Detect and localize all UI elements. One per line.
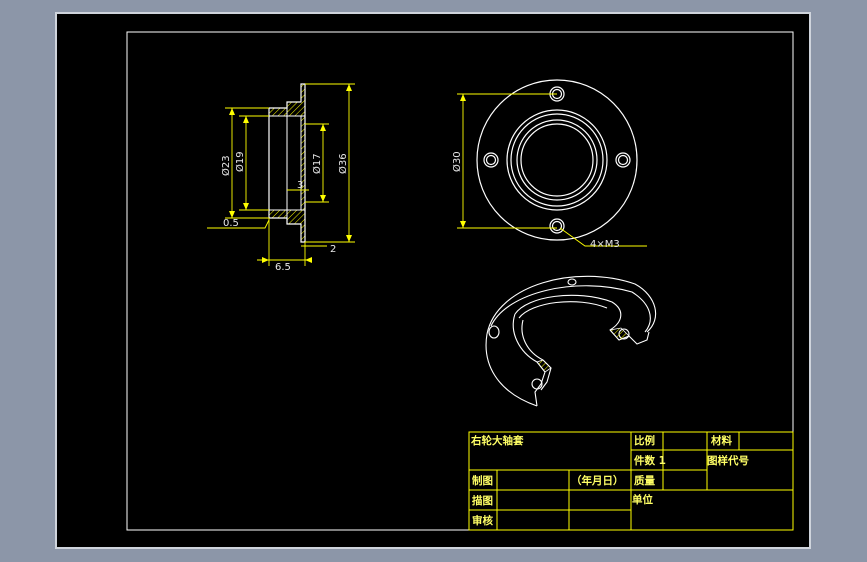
- drawing-no-label: 图样代号: [707, 454, 749, 467]
- iso-outer-bottom: [485, 333, 538, 407]
- part-name: 右轮大轴套: [470, 434, 524, 447]
- dim-dia36: Ø36: [337, 153, 349, 174]
- dim-thick3: 3: [297, 180, 303, 191]
- iso-inner-cup: [514, 294, 622, 331]
- dim-chamfer05: 0.5: [223, 218, 239, 229]
- drawing-sheet: Ø23 Ø19 Ø17 Ø36 3 0.5 6.5 2 Ø30 4×M3 右轮大…: [55, 12, 811, 549]
- bolt-hole-right-inner: [617, 154, 629, 166]
- section-view: Ø23 Ø19 Ø17 Ø36 3 0.5 6.5 2: [207, 83, 355, 273]
- bolt-hole-left-inner: [485, 154, 497, 166]
- dim-holes: 4×M3: [590, 239, 620, 250]
- traced-label: 描图: [472, 494, 493, 507]
- unit-label: 单位: [632, 493, 653, 506]
- hub-outer: [506, 109, 608, 211]
- date-label: （年月日）: [571, 474, 624, 487]
- iso-hole-left: [488, 325, 500, 339]
- front-view: [476, 79, 638, 241]
- section-hatch-sleeve: [268, 107, 288, 117]
- isometric-view: [485, 275, 656, 407]
- iso-inner-wall2: [521, 319, 544, 361]
- bore-inner: [520, 123, 594, 197]
- dim-len65: 6.5: [275, 262, 291, 273]
- section-hatch-flange: [286, 83, 306, 243]
- weight-label: 质量: [634, 474, 655, 487]
- iso-hole-top: [567, 278, 577, 286]
- checked-label: 审核: [472, 514, 493, 527]
- bolt-hole-bottom-inner: [551, 220, 563, 232]
- cad-drawing: Ø23 Ø19 Ø17 Ø36 3 0.5 6.5 2 Ø30 4×M3 右轮大…: [126, 31, 794, 531]
- count-label: 件数 1: [634, 454, 666, 467]
- hub-mid: [510, 113, 604, 207]
- section-hatch-sleeve-lower: [268, 209, 288, 219]
- dim-dia19: Ø19: [234, 151, 246, 172]
- iso-outer-rim: [490, 285, 651, 333]
- dim-flange2: 2: [330, 244, 336, 255]
- iso-inner-cup2: [518, 301, 608, 319]
- iso-section-hatch-bottom: [536, 359, 552, 373]
- drawing-frame: [126, 31, 794, 531]
- flange-outline: [476, 79, 638, 241]
- drawn-label: 制图: [472, 474, 493, 487]
- bore-outer: [516, 119, 598, 201]
- dim-dia23: Ø23: [220, 155, 232, 176]
- iso-inner-wall: [512, 313, 538, 363]
- material-label: 材料: [710, 434, 732, 447]
- dim-dia30: Ø30: [451, 151, 463, 172]
- dim-dia17: Ø17: [311, 153, 323, 174]
- scale-label: 比例: [634, 434, 655, 447]
